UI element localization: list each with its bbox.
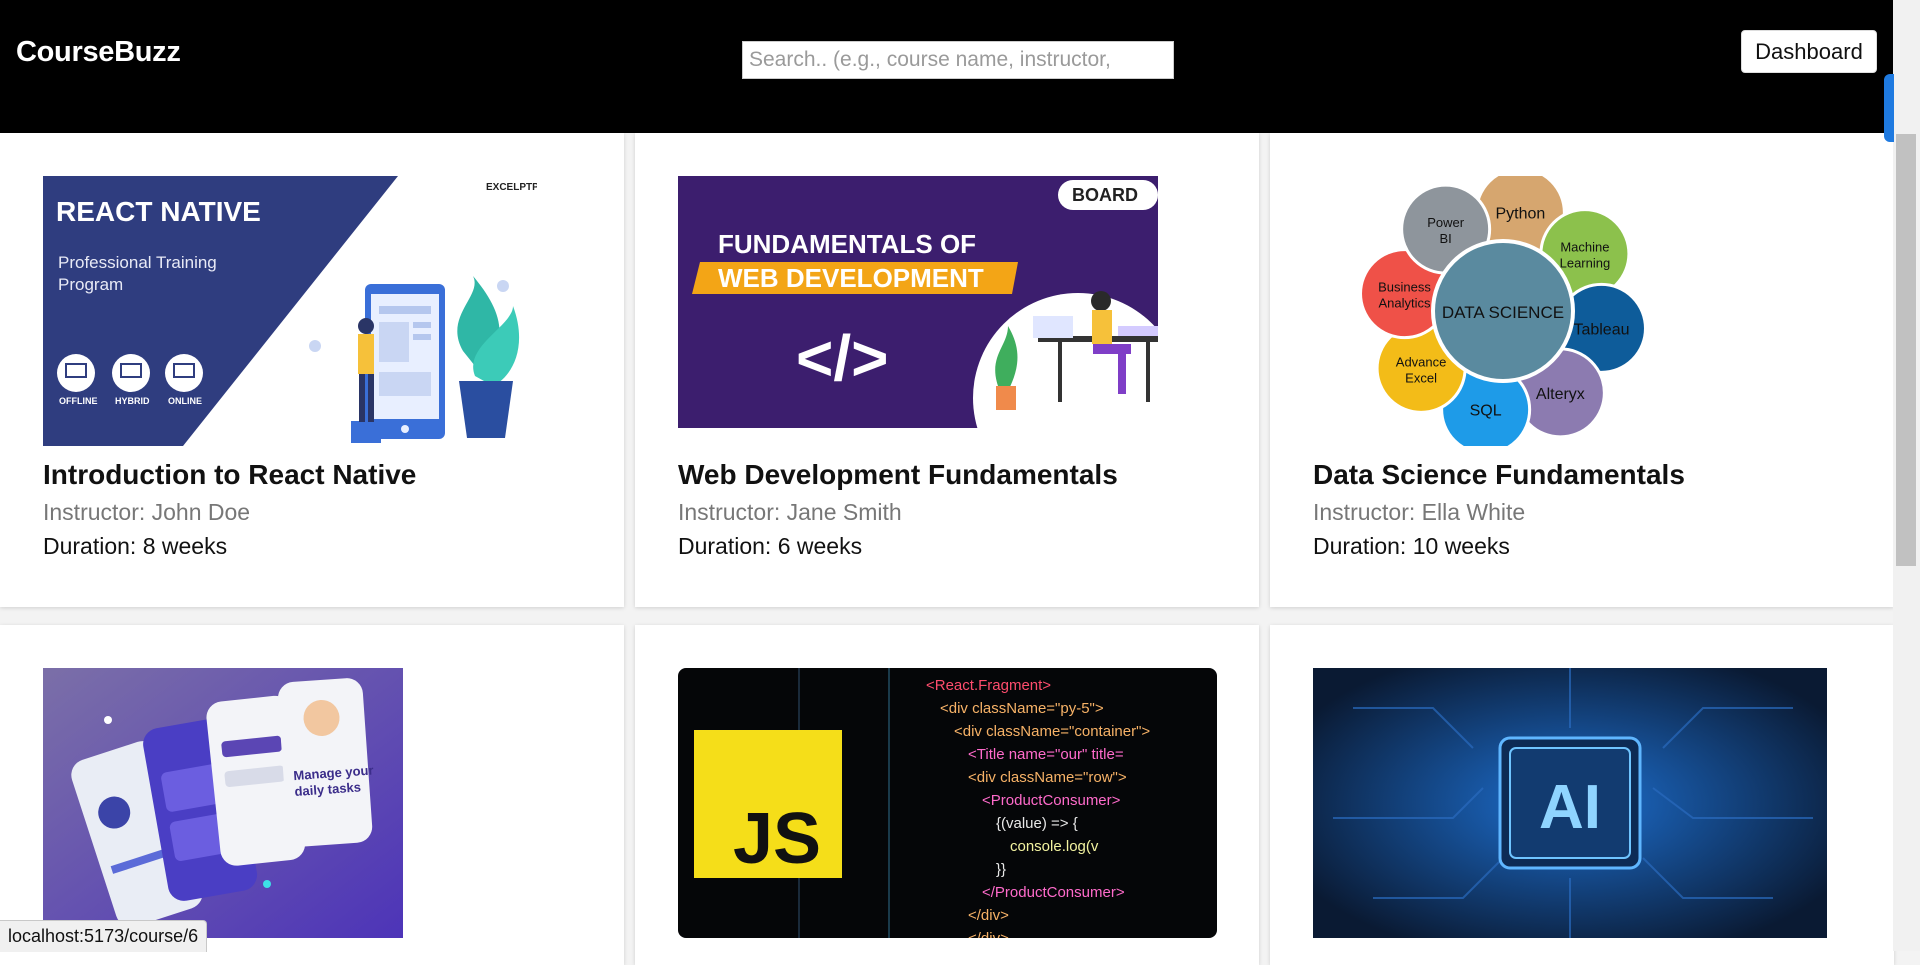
course-thumbnail-mobile-app: Manage your daily tasks — [43, 668, 403, 938]
code-line: console.log(v — [1010, 838, 1099, 855]
course-instructor: Instructor: John Doe — [43, 499, 251, 525]
course-thumbnail-web-development: BOARD FUNDAMENTALS OF WEB DEVELOPMENT </… — [678, 176, 1158, 428]
course-thumbnail-ai: AI — [1313, 668, 1827, 938]
course-duration: Duration: 6 weeks — [678, 533, 863, 559]
course-title[interactable]: Introduction to React Native — [43, 459, 416, 491]
topic-petal-label: Machine — [1560, 240, 1609, 255]
course-duration: Duration: 8 weeks — [43, 533, 228, 559]
svg-text:HYBRID: HYBRID — [115, 396, 150, 406]
topic-petal-label: Python — [1495, 206, 1545, 223]
course-card[interactable]: AI — [1270, 625, 1894, 965]
hybrid-icon: HYBRID — [112, 354, 150, 406]
course-card[interactable]: BOARD FUNDAMENTALS OF WEB DEVELOPMENT </… — [635, 133, 1259, 607]
course-thumbnail-react-native: REACT NATIVE Professional Training Progr… — [43, 176, 537, 446]
topic-petal-label: Analytics — [1379, 296, 1432, 311]
svg-text:OFFLINE: OFFLINE — [59, 396, 98, 406]
svg-text:BOARD: BOARD — [1072, 185, 1138, 205]
online-icon: ONLINE — [165, 354, 203, 406]
svg-text:JS: JS — [733, 799, 821, 879]
course-instructor: Instructor: Ella White — [1313, 499, 1526, 525]
svg-text:REACT NATIVE: REACT NATIVE — [56, 196, 261, 227]
svg-text:ONLINE: ONLINE — [168, 396, 202, 406]
code-line: </div> — [968, 907, 1009, 924]
topic-petal-label: Tableau — [1573, 321, 1629, 338]
svg-text:AI: AI — [1539, 773, 1601, 842]
topic-petal-label: Learning — [1560, 256, 1611, 271]
code-line: <React.Fragment> — [926, 677, 1051, 694]
code-line: }} — [996, 861, 1006, 878]
code-line: <div className="py-5"> — [940, 700, 1104, 717]
link-status-bar: localhost:5173/course/6 — [0, 920, 208, 952]
code-line: <Title name="our" title= — [968, 746, 1124, 763]
topic-petal-label: BI — [1439, 231, 1451, 246]
course-card[interactable]: REACT NATIVE Professional Training Progr… — [0, 133, 624, 607]
course-title[interactable]: Data Science Fundamentals — [1313, 459, 1685, 491]
topic-petal-label: Power — [1427, 215, 1465, 230]
svg-text:Program: Program — [58, 275, 123, 294]
topic-petal-label: Excel — [1405, 370, 1437, 385]
side-edge-tab[interactable] — [1884, 74, 1894, 142]
course-card[interactable]: Manage your daily tasks — [0, 625, 624, 965]
course-thumbnail-data-science: Python MachineLearning Tableau Alteryx SQL Ad… — [1313, 176, 1693, 446]
svg-text:EXCELPTP: EXCELPTP — [486, 182, 537, 193]
topic-petal-label: Business — [1378, 280, 1431, 295]
svg-text:DATA SCIENCE: DATA SCIENCE — [1442, 303, 1564, 322]
code-line: <div className="row"> — [968, 769, 1127, 786]
course-thumbnail-javascript: <React.Fragment> <div className="py-5"> <d… — [678, 668, 1217, 938]
dashboard-button[interactable]: Dashboard — [1741, 30, 1877, 73]
code-line: {(value) => { — [996, 815, 1078, 832]
code-line: </div> — [968, 930, 1009, 938]
topic-petal-label: Alteryx — [1536, 386, 1585, 403]
course-card[interactable]: Python Machine Learning Tableau Alteryx SQL Ad… — [1270, 133, 1894, 607]
svg-text:Professional Training: Professional Training — [58, 253, 217, 272]
svg-text:FUNDAMENTALS OF: FUNDAMENTALS OF — [718, 229, 976, 259]
course-title[interactable]: Web Development Fundamentals — [678, 459, 1118, 491]
search-input[interactable] — [742, 41, 1174, 79]
code-line: <div className="container"> — [954, 723, 1150, 740]
topic-petal-label: SQL — [1470, 402, 1502, 419]
course-duration: Duration: 10 weeks — [1313, 533, 1510, 559]
code-icon: </> — [796, 322, 889, 394]
code-line: <ProductConsumer> — [982, 792, 1121, 809]
svg-text:WEB DEVELOPMENT: WEB DEVELOPMENT — [718, 263, 984, 293]
scrollbar-thumb[interactable] — [1896, 134, 1916, 566]
course-instructor: Instructor: Jane Smith — [678, 499, 902, 525]
topic-petal-label: Advance — [1396, 354, 1447, 369]
course-card[interactable]: <React.Fragment> <div className="py-5"> <d… — [635, 625, 1259, 965]
brand-logo[interactable]: CourseBuzz — [16, 36, 181, 69]
code-line: </ProductConsumer> — [982, 884, 1125, 901]
top-navbar: CourseBuzz Dashboard — [0, 0, 1920, 133]
